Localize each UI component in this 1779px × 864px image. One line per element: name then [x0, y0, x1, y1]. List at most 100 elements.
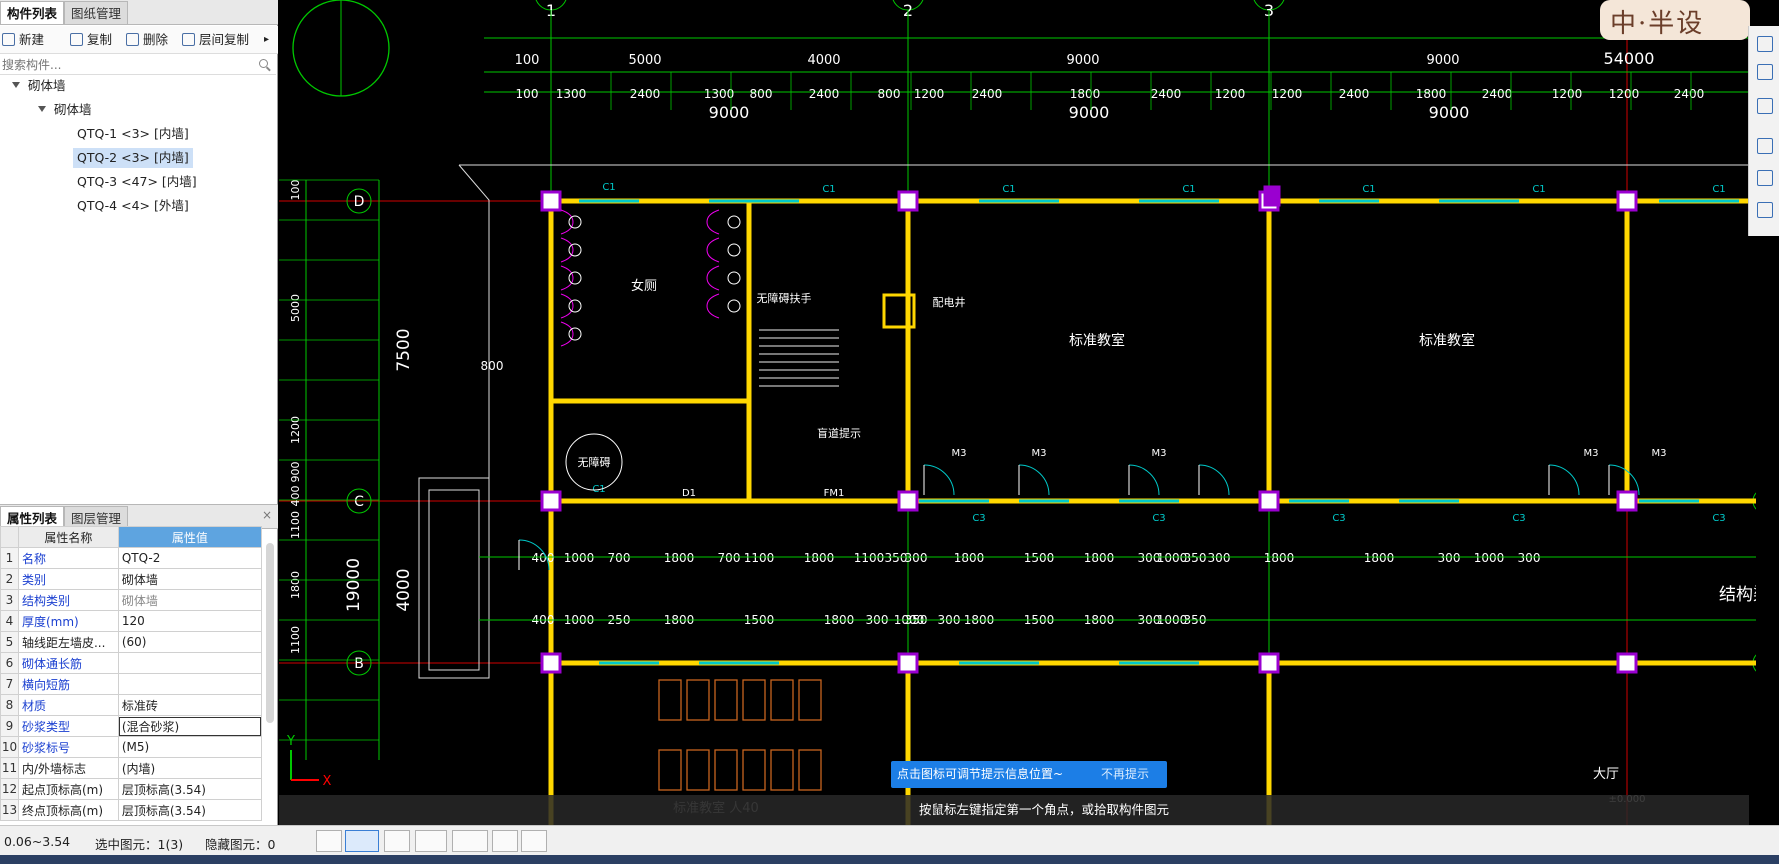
property-row[interactable]: 7 横向短筋 [0, 673, 263, 695]
dimension-text: 4000 [807, 53, 840, 68]
property-value[interactable]: (内墙) [117, 757, 263, 779]
angle-toggle-icon[interactable] [415, 830, 447, 852]
window-label: C1 [1712, 184, 1725, 195]
property-value[interactable]: 120 [117, 610, 263, 632]
window-label: C3 [1152, 513, 1165, 524]
layer-icon[interactable] [1757, 202, 1773, 218]
room-label: 配电井 [933, 295, 966, 309]
cad-drawing-canvas[interactable]: 1 2 3 100 5000 4000 9000 9000 54000 100 1300 2400 13… [279, 0, 1756, 825]
snap-toggle-icon[interactable] [345, 830, 379, 852]
furniture-desk [714, 679, 738, 721]
window-label: C1 [1002, 184, 1015, 195]
property-row[interactable]: 6 砌体通长筋 [0, 652, 263, 674]
property-name: 材质 [17, 694, 119, 716]
vertical-scrollbar[interactable] [266, 543, 274, 723]
cross-toggle-icon[interactable] [384, 830, 410, 852]
tab-drawing-management[interactable]: 图纸管理 [64, 1, 129, 24]
property-value[interactable]: 标准砖 [117, 694, 263, 716]
property-value[interactable]: 层顶标高(3.54) [117, 799, 263, 821]
rotate-icon[interactable] [1757, 170, 1773, 186]
window-label: C1 [1182, 184, 1195, 195]
floor-copy-icon [182, 33, 195, 46]
view-2d-icon[interactable] [1757, 36, 1773, 52]
dimension-toggle-icon[interactable] [452, 830, 488, 852]
column-marker [1258, 652, 1280, 674]
property-row[interactable]: 2 类别 砌体墙 [0, 568, 263, 590]
dimension-text: 1800 [1070, 87, 1101, 101]
property-row[interactable]: 12 起点顶标高(m) 层顶标高(3.54) [0, 778, 263, 800]
column-marker [897, 652, 919, 674]
expand-caret-icon[interactable] [12, 82, 20, 88]
component-search [0, 55, 276, 75]
property-value[interactable] [117, 652, 263, 674]
property-row[interactable]: 11 内/外墙标志 (内墙) [0, 757, 263, 779]
fullscreen-icon[interactable] [1757, 138, 1773, 154]
property-value[interactable]: QTQ-2 [117, 547, 263, 569]
property-value[interactable] [117, 673, 263, 695]
property-value[interactable]: (混合砂浆) [117, 715, 263, 737]
tree-item-qtq-1[interactable]: QTQ-1 <3> [内墙] [77, 124, 189, 144]
property-value[interactable]: 砌体墙 [117, 589, 263, 611]
property-row[interactable]: 5 轴线距左墙皮... (60) [0, 631, 263, 653]
search-input[interactable] [2, 56, 252, 73]
tree-root-node[interactable]: 砌体墙 [12, 76, 66, 96]
row-number: 2 [0, 568, 19, 590]
search-icon[interactable] [259, 59, 268, 68]
window-label: C3 [972, 513, 985, 524]
property-row[interactable]: 3 结构类别 砌体墙 [0, 589, 263, 611]
floor-copy-button[interactable]: 层间复制 [182, 31, 249, 49]
property-name: 类别 [17, 568, 119, 590]
property-row[interactable]: 10 砂浆标号 (M5) [0, 736, 263, 758]
property-row[interactable]: 13 终点顶标高(m) 层顶标高(3.54) [0, 799, 263, 821]
new-button[interactable]: 新建 [2, 31, 44, 49]
tree-item-qtq-4[interactable]: QTQ-4 <4> [外墙] [77, 196, 189, 216]
dimension-text: 1500 [1024, 551, 1055, 565]
copy-button[interactable]: 复制 [70, 31, 112, 49]
more-chevron-icon[interactable]: ▸ [264, 31, 269, 49]
dimension-text: 4000 [394, 568, 414, 611]
property-row[interactable]: 8 材质 标准砖 [0, 694, 263, 716]
floor-plan-drawing[interactable]: 1 2 3100 5000 4000 9000 9000 54000100 1300 2400 13… [279, 0, 1756, 825]
door-label: M3 [1652, 448, 1667, 459]
hint-tooltip[interactable]: 点击图标可调节提示信息位置~ 不再提示 [891, 761, 1167, 788]
cube-icon[interactable] [1757, 98, 1773, 114]
dimension-text: 1200 [1215, 87, 1246, 101]
tab-component-list[interactable]: 构件列表 [0, 1, 65, 24]
property-name: 内/外墙标志 [17, 757, 119, 779]
os-taskbar [0, 855, 1779, 864]
ucs-x-label: X [323, 774, 332, 789]
delete-button[interactable]: 删除 [126, 31, 168, 49]
tree-item-qtq-3[interactable]: QTQ-3 <47> [内墙] [77, 172, 197, 192]
tree-child-node[interactable]: 砌体墙 [38, 100, 92, 120]
view-3d-icon[interactable] [1757, 64, 1773, 80]
layer-toggle-icon[interactable] [492, 830, 518, 852]
tree-item-qtq-2[interactable]: QTQ-2 <3> [内墙] [73, 148, 193, 168]
column-marker [540, 190, 562, 212]
close-icon[interactable]: × [262, 508, 272, 522]
property-name: 横向短筋 [17, 673, 119, 695]
row-number: 13 [0, 799, 19, 821]
door-swing [1548, 464, 1580, 496]
expand-caret-icon[interactable] [38, 106, 46, 112]
dimension-text: 1800 [1364, 551, 1395, 565]
property-row[interactable]: 9 砂浆类型 (混合砂浆) [0, 715, 263, 737]
ortho-toggle-icon[interactable] [316, 830, 342, 852]
property-row[interactable]: 4 厚度(mm) 120 [0, 610, 263, 632]
property-value[interactable]: 砌体墙 [117, 568, 263, 590]
property-value[interactable]: (M5) [117, 736, 263, 758]
property-value[interactable]: (60) [117, 631, 263, 653]
property-row[interactable]: 1 名称 QTQ-2 [0, 547, 263, 569]
entrance-outline [428, 489, 480, 671]
dimension-text: 800 [481, 359, 504, 373]
property-value[interactable]: 层顶标高(3.54) [117, 778, 263, 800]
track-toggle-icon[interactable] [521, 830, 547, 852]
axis-label-left: D [354, 194, 365, 210]
toilet-fixture [568, 215, 582, 229]
dimension-text: 1800 [289, 571, 302, 599]
window-label: C1 [1532, 184, 1545, 195]
toilet-fixture [727, 271, 741, 285]
dismiss-hint-link[interactable]: 不再提示 [1101, 761, 1149, 788]
property-name: 终点顶标高(m) [17, 799, 119, 821]
dimension-text: 1100 [289, 511, 302, 539]
view-toolbar [1748, 26, 1779, 236]
